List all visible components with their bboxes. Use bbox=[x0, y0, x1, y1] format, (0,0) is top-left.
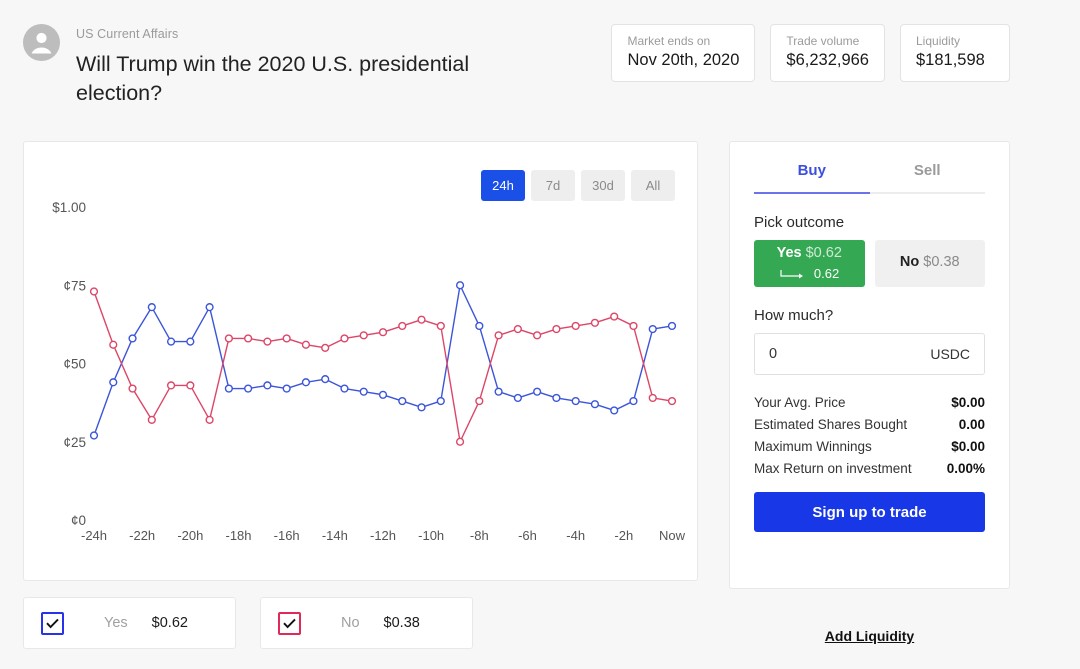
stat-liquidity: Liquidity $181,598 bbox=[900, 24, 1010, 82]
svg-text:-20h: -20h bbox=[177, 528, 203, 543]
outcome-no-header: No $0.38 bbox=[875, 254, 986, 270]
user-avatar-icon bbox=[23, 24, 60, 61]
price-chart-card: $1.00 ¢75 ¢50 ¢25 ¢0 -24h -22h -20h -18h -16h -14h… bbox=[23, 141, 698, 581]
summary-value: $0.00 bbox=[951, 439, 985, 454]
svg-text:-8h: -8h bbox=[470, 528, 489, 543]
price-chart: $1.00 ¢75 ¢50 ¢25 ¢0 -24h -22h -20h -18h -16h -14h… bbox=[24, 142, 699, 582]
summary-label: Your Avg. Price bbox=[754, 395, 846, 410]
legend-label-yes: Yes bbox=[104, 615, 128, 631]
stat-label: Liquidity bbox=[916, 34, 961, 48]
svg-text:-2h: -2h bbox=[614, 528, 633, 543]
range-tab-30d[interactable]: 30d bbox=[581, 170, 625, 201]
outcome-yes-price: $0.62 bbox=[805, 245, 842, 261]
outcome-no-button[interactable]: No $0.38 bbox=[874, 240, 986, 287]
summary-value: 0.00% bbox=[946, 461, 985, 476]
outcome-yes-detail: 0.62 bbox=[813, 265, 840, 281]
trade-panel: Buy Sell Pick outcome Yes $0.62 0.62 No … bbox=[729, 141, 1010, 589]
chart-legend: Yes $0.62 No $0.38 bbox=[23, 597, 473, 649]
svg-text:-24h: -24h bbox=[81, 528, 107, 543]
svg-text:-18h: -18h bbox=[225, 528, 251, 543]
page-title: Will Trump win the 2020 U.S. presidentia… bbox=[76, 52, 470, 105]
svg-text:¢75: ¢75 bbox=[63, 278, 86, 293]
sign-up-to-trade-button[interactable]: Sign up to trade bbox=[754, 492, 985, 532]
legend-label-no: No bbox=[341, 615, 360, 631]
summary-label: Max Return on investment bbox=[754, 461, 912, 476]
outcome-no-name: No bbox=[899, 254, 920, 270]
stat-market-ends-on: Market ends on Nov 20th, 2020 bbox=[611, 24, 756, 82]
summary-label: Maximum Winnings bbox=[754, 439, 872, 454]
amount-input[interactable]: 0 bbox=[769, 346, 777, 362]
range-tab-24h[interactable]: 24h bbox=[481, 170, 525, 201]
trade-tabs: Buy Sell bbox=[754, 162, 985, 194]
amount-currency-label: USDC bbox=[930, 346, 970, 362]
svg-text:$1.00: $1.00 bbox=[52, 200, 86, 215]
summary-value: $0.00 bbox=[951, 395, 985, 410]
svg-text:-4h: -4h bbox=[566, 528, 585, 543]
outcome-options: Yes $0.62 0.62 No $0.38 bbox=[754, 240, 985, 287]
summary-label: Estimated Shares Bought bbox=[754, 417, 908, 432]
legend-checkbox-yes[interactable] bbox=[41, 611, 64, 635]
outcome-yes-detail-row: 0.62 bbox=[754, 266, 865, 282]
trade-summary: Your Avg. Price $0.00 Estimated Shares B… bbox=[754, 395, 985, 476]
pick-outcome-label: Pick outcome bbox=[754, 214, 845, 231]
legend-price-no: $0.38 bbox=[383, 615, 420, 631]
svg-text:¢25: ¢25 bbox=[63, 435, 86, 450]
summary-row-shares-bought: Estimated Shares Bought 0.00 bbox=[754, 417, 985, 432]
stat-value: $181,598 bbox=[916, 51, 985, 69]
legend-price-yes: $0.62 bbox=[151, 615, 188, 631]
svg-text:-12h: -12h bbox=[370, 528, 396, 543]
return-arrow-icon bbox=[779, 267, 805, 282]
stat-label: Market ends on bbox=[627, 34, 711, 48]
outcome-no-price: $0.38 bbox=[923, 254, 960, 270]
tab-sell[interactable]: Sell bbox=[870, 162, 986, 192]
add-liquidity-link[interactable]: Add Liquidity bbox=[729, 628, 1010, 644]
svg-text:-14h: -14h bbox=[322, 528, 348, 543]
market-category: US Current Affairs bbox=[76, 27, 179, 41]
summary-row-avg-price: Your Avg. Price $0.00 bbox=[754, 395, 985, 410]
range-tab-all[interactable]: All bbox=[631, 170, 675, 201]
check-icon bbox=[46, 618, 59, 628]
summary-value: 0.00 bbox=[958, 417, 985, 432]
tab-buy[interactable]: Buy bbox=[754, 162, 870, 194]
legend-item-yes[interactable]: Yes $0.62 bbox=[23, 597, 236, 649]
stat-label: Trade volume bbox=[786, 34, 860, 48]
stat-value: Nov 20th, 2020 bbox=[627, 51, 740, 69]
outcome-yes-button[interactable]: Yes $0.62 0.62 bbox=[754, 240, 865, 287]
legend-item-no[interactable]: No $0.38 bbox=[260, 597, 473, 649]
svg-text:¢0: ¢0 bbox=[71, 513, 86, 528]
legend-checkbox-no[interactable] bbox=[278, 611, 301, 635]
svg-text:-22h: -22h bbox=[129, 528, 155, 543]
summary-row-maximum-winnings: Maximum Winnings $0.00 bbox=[754, 439, 985, 454]
svg-text:-10h: -10h bbox=[418, 528, 444, 543]
chart-range-tabs: 24h 7d 30d All bbox=[481, 170, 675, 201]
range-tab-7d[interactable]: 7d bbox=[531, 170, 575, 201]
svg-text:-16h: -16h bbox=[274, 528, 300, 543]
stat-value: $6,232,966 bbox=[786, 51, 869, 69]
amount-input-wrapper[interactable]: 0 USDC bbox=[754, 333, 985, 375]
svg-text:Now: Now bbox=[659, 528, 686, 543]
svg-text:¢50: ¢50 bbox=[63, 357, 86, 372]
market-stats: Market ends on Nov 20th, 2020 Trade volu… bbox=[611, 24, 1010, 82]
svg-text:-6h: -6h bbox=[518, 528, 537, 543]
outcome-yes-name: Yes bbox=[776, 245, 802, 261]
summary-row-max-roi: Max Return on investment 0.00% bbox=[754, 461, 985, 476]
market-header: US Current Affairs Will Trump win the 20… bbox=[0, 0, 1080, 118]
market-page: US Current Affairs Will Trump win the 20… bbox=[0, 0, 1080, 669]
outcome-yes-header: Yes $0.62 bbox=[754, 245, 865, 261]
stat-trade-volume: Trade volume $6,232,966 bbox=[770, 24, 885, 82]
how-much-label: How much? bbox=[754, 307, 834, 324]
check-icon bbox=[283, 618, 296, 628]
